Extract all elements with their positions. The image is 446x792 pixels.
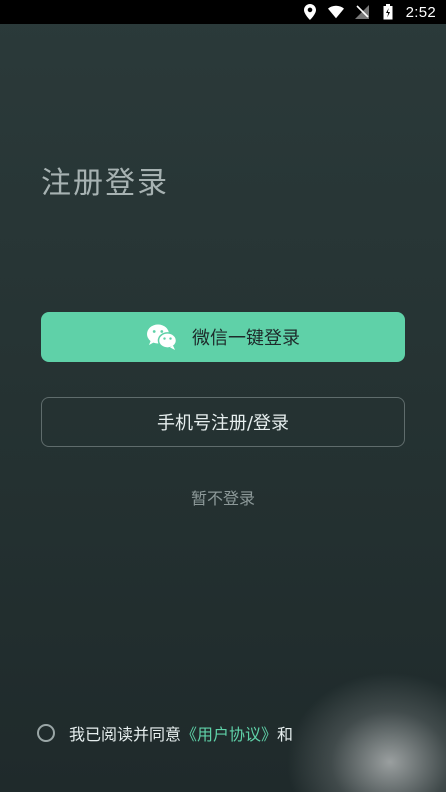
watermark-fade xyxy=(286,672,446,792)
location-icon xyxy=(302,4,318,20)
status-time: 2:52 xyxy=(405,3,436,21)
page-title: 注册登录 xyxy=(41,166,169,201)
user-agreement-link[interactable]: 《用户协议》 xyxy=(181,721,277,745)
status-bar: 2:52 xyxy=(0,0,446,24)
phone-login-button[interactable]: 手机号注册/登录 xyxy=(41,397,405,447)
agreement-row: 我已阅读并同意 《用户协议》 和 xyxy=(37,721,293,745)
wifi-icon xyxy=(327,4,344,20)
battery-icon xyxy=(380,4,396,20)
agreement-prefix: 我已阅读并同意 xyxy=(69,725,182,744)
wechat-icon xyxy=(146,323,178,351)
skip-login-link[interactable]: 暂不登录 xyxy=(0,485,446,509)
agree-checkbox[interactable] xyxy=(37,724,55,742)
no-signal-icon xyxy=(354,4,370,20)
phone-login-label: 手机号注册/登录 xyxy=(156,413,290,434)
agreement-suffix: 和 xyxy=(277,725,294,744)
wechat-login-label: 微信一键登录 xyxy=(192,328,300,349)
wechat-login-button[interactable]: 微信一键登录 xyxy=(41,312,405,362)
